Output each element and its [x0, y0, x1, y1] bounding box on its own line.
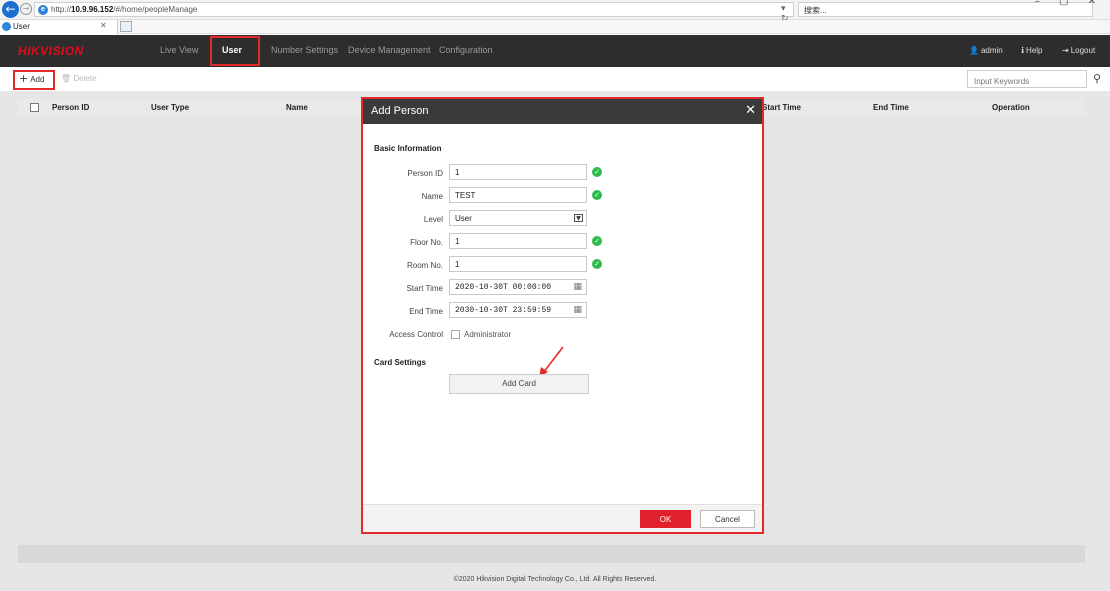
- tab-close-icon[interactable]: ✕: [100, 21, 107, 30]
- chevron-down-icon: ▼: [574, 214, 583, 222]
- col-operation: Operation: [992, 103, 1030, 112]
- pagination-bar: [18, 545, 1085, 563]
- level-value: User: [455, 214, 472, 223]
- add-card-button[interactable]: Add Card: [449, 374, 589, 394]
- action-toolbar: [0, 67, 1110, 91]
- select-all-checkbox[interactable]: [30, 103, 39, 112]
- user-menu[interactable]: 👤 admin: [969, 46, 1003, 55]
- start-time-label: Start Time: [406, 284, 443, 293]
- search-icon[interactable]: ⚲: [1088, 70, 1106, 88]
- hikvision-logo: HIKVISION: [18, 44, 84, 58]
- col-person-id[interactable]: Person ID: [52, 103, 89, 112]
- ok-button[interactable]: OK: [640, 510, 691, 528]
- level-label: Level: [423, 215, 443, 224]
- administrator-label: Administrator: [464, 330, 512, 339]
- col-start-time[interactable]: Start Time: [762, 103, 801, 112]
- back-arrow-icon[interactable]: ←: [2, 1, 19, 18]
- user-icon: 👤: [969, 46, 979, 55]
- tab-title: User: [13, 22, 30, 31]
- floor-no-label: Floor No.: [410, 238, 443, 247]
- tab-favicon-icon: [2, 22, 11, 31]
- forward-arrow-icon[interactable]: →: [20, 3, 32, 15]
- dialog-header: Add Person ✕: [363, 99, 762, 124]
- delete-button[interactable]: 🗑 Delete: [61, 74, 97, 83]
- app-header: HIKVISION Live View User Number Settings…: [0, 35, 1110, 67]
- valid-check-icon: ✓: [592, 167, 602, 177]
- calendar-icon[interactable]: ▦: [573, 282, 582, 292]
- help-icon: ℹ: [1021, 46, 1025, 55]
- dialog-footer: OK Cancel: [363, 504, 762, 532]
- help-label: Help: [1026, 46, 1043, 55]
- start-time-value: 2020-10-30T 00:00:00: [455, 283, 552, 292]
- valid-check-icon: ✓: [592, 259, 602, 269]
- logout-icon: ⇥: [1062, 46, 1069, 55]
- end-time-input[interactable]: 2030-10-30T 23:59:59 ▦: [449, 302, 587, 318]
- name-input[interactable]: TEST: [449, 187, 587, 203]
- name-label: Name: [421, 192, 443, 201]
- person-id-input[interactable]: 1: [449, 164, 587, 180]
- end-time-value: 2030-10-30T 23:59:59: [455, 306, 552, 315]
- start-time-input[interactable]: 2020-10-30T 00:00:00 ▦: [449, 279, 587, 295]
- col-name[interactable]: Name: [286, 103, 308, 112]
- basic-info-title: Basic Information: [374, 144, 442, 153]
- floor-no-input[interactable]: 1: [449, 233, 587, 249]
- url-host: 10.9.96.152: [71, 5, 114, 14]
- nav-number-settings[interactable]: Number Settings: [271, 45, 338, 55]
- browser-toolbar: ← → e http://10.9.96.152/#/home/peopleMa…: [0, 0, 1110, 24]
- browser-tab-bar: User ✕: [0, 20, 1110, 34]
- url-path: /#/home/peopleManage: [113, 5, 198, 14]
- nav-configuration[interactable]: Configuration: [439, 45, 493, 55]
- end-time-label: End Time: [409, 307, 443, 316]
- browser-search-placeholder: 搜索...: [804, 6, 827, 15]
- nav-device-management[interactable]: Device Management: [348, 45, 431, 55]
- valid-check-icon: ✓: [592, 190, 602, 200]
- room-no-input[interactable]: 1: [449, 256, 587, 272]
- valid-check-icon: ✓: [592, 236, 602, 246]
- browser-tab[interactable]: User ✕: [0, 20, 118, 34]
- trash-icon: 🗑: [61, 74, 74, 83]
- nav-live-view[interactable]: Live View: [160, 45, 198, 55]
- calendar-icon[interactable]: ▦: [573, 305, 582, 315]
- dialog-title: Add Person: [371, 105, 429, 117]
- ie-logo-icon: e: [38, 5, 48, 15]
- address-bar[interactable]: e http://10.9.96.152/#/home/peopleManage…: [34, 2, 794, 24]
- level-select[interactable]: User ▼: [449, 210, 587, 226]
- col-end-time[interactable]: End Time: [873, 103, 909, 112]
- new-tab-button[interactable]: [120, 21, 132, 32]
- url-prefix: http://: [51, 5, 72, 14]
- highlight-user-tab: [210, 36, 260, 66]
- person-id-label: Person ID: [407, 169, 443, 178]
- window-controls[interactable]: – ▢ ✕: [1035, 0, 1104, 7]
- logout-label: Logout: [1070, 46, 1096, 55]
- url-text: http://10.9.96.152/#/home/peopleManage: [51, 5, 197, 14]
- room-no-label: Room No.: [406, 261, 443, 270]
- keyword-search-input[interactable]: [967, 70, 1087, 88]
- help-link[interactable]: ℹ Help: [1021, 46, 1043, 55]
- col-user-type[interactable]: User Type: [151, 103, 189, 112]
- delete-label: Delete: [73, 74, 97, 83]
- copyright-footer: ©2020 Hikvision Digital Technology Co., …: [453, 576, 657, 583]
- close-icon[interactable]: ✕: [745, 103, 756, 118]
- add-person-dialog: Add Person ✕ Basic Information Person ID…: [361, 97, 764, 534]
- cancel-button[interactable]: Cancel: [700, 510, 755, 528]
- logout-link[interactable]: ⇥ Logout: [1062, 46, 1095, 55]
- access-control-label: Access Control: [389, 330, 443, 339]
- username: admin: [980, 46, 1003, 55]
- highlight-add-button: [13, 70, 55, 90]
- card-settings-title: Card Settings: [374, 358, 427, 367]
- administrator-checkbox[interactable]: [451, 330, 460, 339]
